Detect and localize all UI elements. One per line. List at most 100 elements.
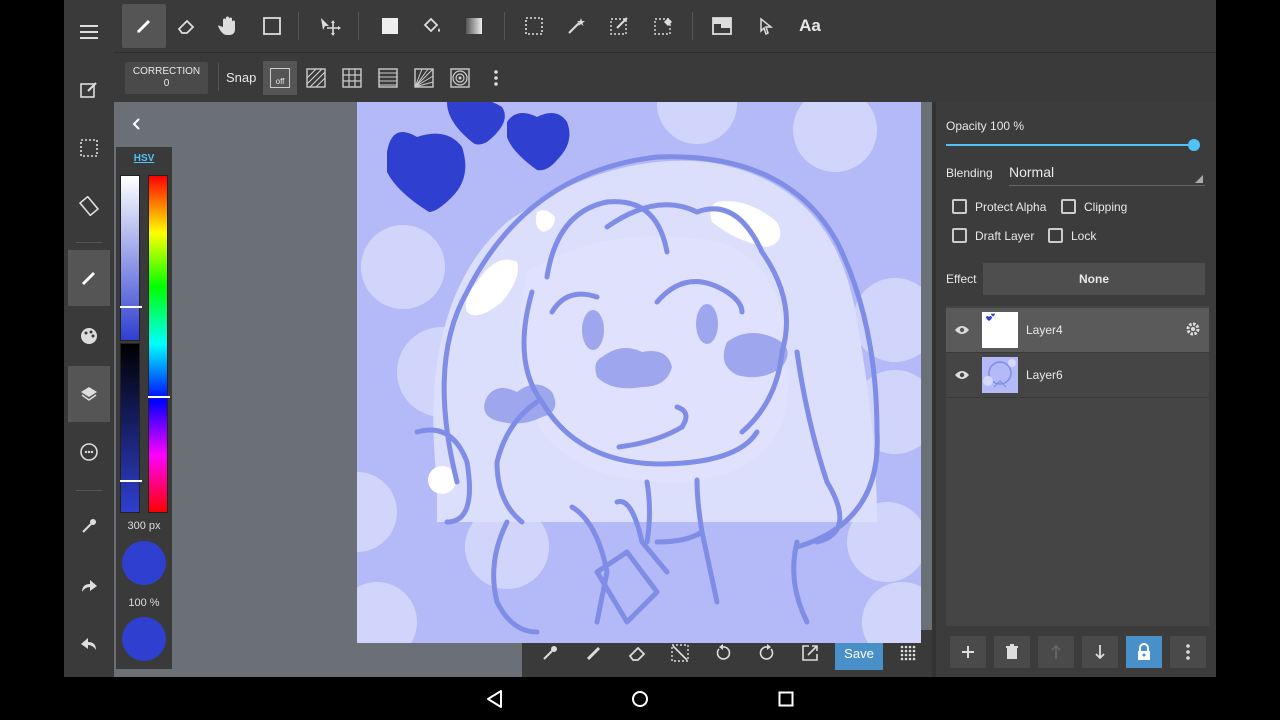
effect-label: Effect (946, 272, 977, 286)
draft-layer-checkbox[interactable]: Draft Layer (952, 228, 1034, 243)
saturation-marker[interactable] (120, 306, 142, 308)
snap-grid-icon[interactable] (335, 61, 369, 95)
hsv-tab[interactable]: HSV (116, 153, 172, 164)
visibility-eye-icon[interactable] (946, 325, 978, 335)
layer-list: Layer4 Layer6 (946, 306, 1209, 626)
opacity-label: Opacity 100 % (946, 119, 1025, 133)
snap-concentric-icon[interactable] (443, 61, 477, 95)
eyedropper-icon[interactable] (68, 498, 110, 554)
snap-off-button[interactable]: off (263, 61, 297, 95)
hue-bar[interactable] (148, 175, 170, 513)
select-rect-tool-icon[interactable] (512, 4, 556, 48)
undo-icon[interactable] (68, 616, 110, 672)
lock-checkbox[interactable]: Lock (1048, 228, 1096, 243)
layer-thumbnail (982, 357, 1018, 393)
blending-value: Normal (1009, 164, 1055, 180)
snap-off-label: off (275, 77, 285, 86)
add-layer-icon[interactable] (950, 636, 986, 668)
draft-layer-label: Draft Layer (975, 228, 1035, 243)
home-icon[interactable] (628, 687, 652, 711)
shape-tool-icon[interactable] (250, 4, 294, 48)
snap-radial-icon[interactable] (407, 61, 441, 95)
protect-alpha-checkbox[interactable]: Protect Alpha (952, 199, 1046, 214)
value-bar[interactable] (120, 343, 142, 513)
clipping-checkbox[interactable]: Clipping (1061, 199, 1127, 214)
drawing-canvas[interactable] (357, 102, 921, 643)
secondary-color-swatch[interactable] (122, 617, 166, 661)
layer-row[interactable]: Layer6 (946, 353, 1209, 398)
snap-parallel-icon[interactable] (299, 61, 333, 95)
primary-color-swatch[interactable] (122, 541, 166, 585)
snap-label: Snap (226, 70, 257, 85)
snap-perspective-icon[interactable] (371, 61, 405, 95)
more-options-icon[interactable] (479, 61, 513, 95)
color-panel: HSV 300 px 100 % (116, 147, 172, 669)
eraser-tool-icon[interactable] (164, 4, 208, 48)
collapse-panel-icon[interactable] (126, 112, 146, 136)
edit-icon[interactable] (68, 62, 110, 118)
top-toolbar: Aa (114, 0, 1216, 52)
text-tool[interactable]: Aa (788, 4, 832, 48)
artwork-illustration (357, 102, 921, 643)
layer-panel: Opacity 100 % Blending Normal Protect Al… (932, 102, 1216, 677)
brush-icon[interactable] (68, 250, 110, 306)
layers-icon[interactable] (68, 366, 110, 422)
pen-tool-icon[interactable] (122, 4, 166, 48)
effect-button[interactable]: None (983, 263, 1205, 295)
blending-dropdown[interactable]: Normal (1009, 164, 1205, 186)
checkbox-icon (1061, 199, 1076, 214)
menu-icon[interactable] (68, 4, 110, 60)
bucket-tool-icon[interactable] (410, 4, 454, 48)
layer-name: Layer4 (1026, 323, 1063, 337)
snap-off-icon: off (270, 68, 290, 88)
dropdown-triangle-icon (1195, 175, 1203, 183)
palette-icon[interactable] (68, 308, 110, 364)
correction-label: CORRECTION (132, 66, 201, 77)
delete-layer-icon[interactable] (994, 636, 1030, 668)
visibility-eye-icon[interactable] (946, 370, 978, 380)
blending-label: Blending (946, 166, 993, 180)
magic-wand-tool-icon[interactable] (554, 4, 598, 48)
recents-icon[interactable] (774, 687, 798, 711)
selection-icon[interactable] (68, 120, 110, 176)
opacity-slider-track[interactable] (946, 144, 1196, 146)
checkbox-icon (952, 228, 967, 243)
correction-button[interactable]: CORRECTION 0 (125, 62, 208, 94)
gear-icon[interactable] (1185, 321, 1201, 342)
materials-icon[interactable] (68, 424, 110, 480)
gradient-tool-icon[interactable] (452, 4, 496, 48)
brush-size-label[interactable]: 300 px (116, 520, 172, 532)
rotate-canvas-icon[interactable] (68, 178, 110, 234)
select-eraser-tool-icon[interactable] (642, 4, 686, 48)
saturation-bar[interactable] (120, 175, 142, 341)
layer-row[interactable]: Layer4 (946, 308, 1209, 353)
back-icon[interactable] (482, 687, 506, 711)
redo-icon[interactable] (68, 558, 110, 614)
android-nav-bar (0, 677, 1280, 720)
left-sidebar (64, 0, 114, 677)
checkbox-icon (952, 199, 967, 214)
select-pen-tool-icon[interactable] (598, 4, 642, 48)
protect-alpha-label: Protect Alpha (975, 199, 1047, 214)
brush-opacity-label[interactable]: 100 % (116, 597, 172, 609)
hue-marker[interactable] (148, 396, 170, 398)
lock-layer-icon[interactable] (1126, 636, 1162, 668)
move-layer-up-icon[interactable] (1038, 636, 1074, 668)
clipping-label: Clipping (1084, 199, 1128, 214)
checkbox-icon (1048, 228, 1063, 243)
move-layer-down-icon[interactable] (1082, 636, 1118, 668)
correction-value: 0 (163, 78, 170, 89)
fill-rect-tool-icon[interactable] (368, 4, 412, 48)
text-tool-label: Aa (799, 16, 821, 35)
opacity-slider-knob[interactable] (1188, 139, 1200, 151)
hand-tool-icon[interactable] (206, 4, 250, 48)
layer-actions-bar (946, 632, 1209, 672)
brush-options-bar: CORRECTION 0 Snap off (114, 52, 1216, 102)
canvas-tool-icon[interactable] (700, 4, 744, 48)
move-tool-icon[interactable] (308, 4, 352, 48)
pointer-tool-icon[interactable] (744, 4, 788, 48)
value-marker[interactable] (120, 480, 142, 482)
layer-name: Layer6 (1026, 368, 1063, 382)
layer-thumbnail (982, 312, 1018, 348)
layer-more-icon[interactable] (1170, 636, 1206, 668)
